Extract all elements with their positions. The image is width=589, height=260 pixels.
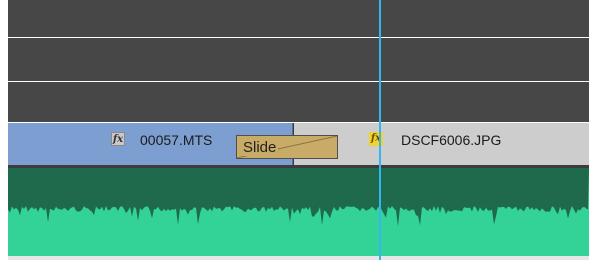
playhead[interactable] [379, 0, 381, 260]
clip-name-label: DSCF6006.JPG [401, 132, 502, 148]
track-lane-video-1-upper[interactable] [8, 82, 589, 122]
audio-waveform [8, 168, 589, 227]
audio-track[interactable] [8, 168, 589, 256]
clip-name-label: 00057.MTS [140, 132, 213, 148]
transition-label: Slide [243, 139, 279, 156]
fx-icon[interactable]: fx [111, 132, 125, 146]
timeline-panel: fx 00057.MTS fx DSCF6006.JPG Slide [0, 0, 589, 260]
audio-track-border [8, 256, 589, 260]
track-lane-video-3[interactable] [8, 0, 589, 37]
slide-transition[interactable]: Slide [236, 135, 338, 159]
video-clip-dscf6006[interactable]: fx DSCF6006.JPG [294, 123, 589, 165]
track-lane-video-2[interactable] [8, 38, 589, 81]
